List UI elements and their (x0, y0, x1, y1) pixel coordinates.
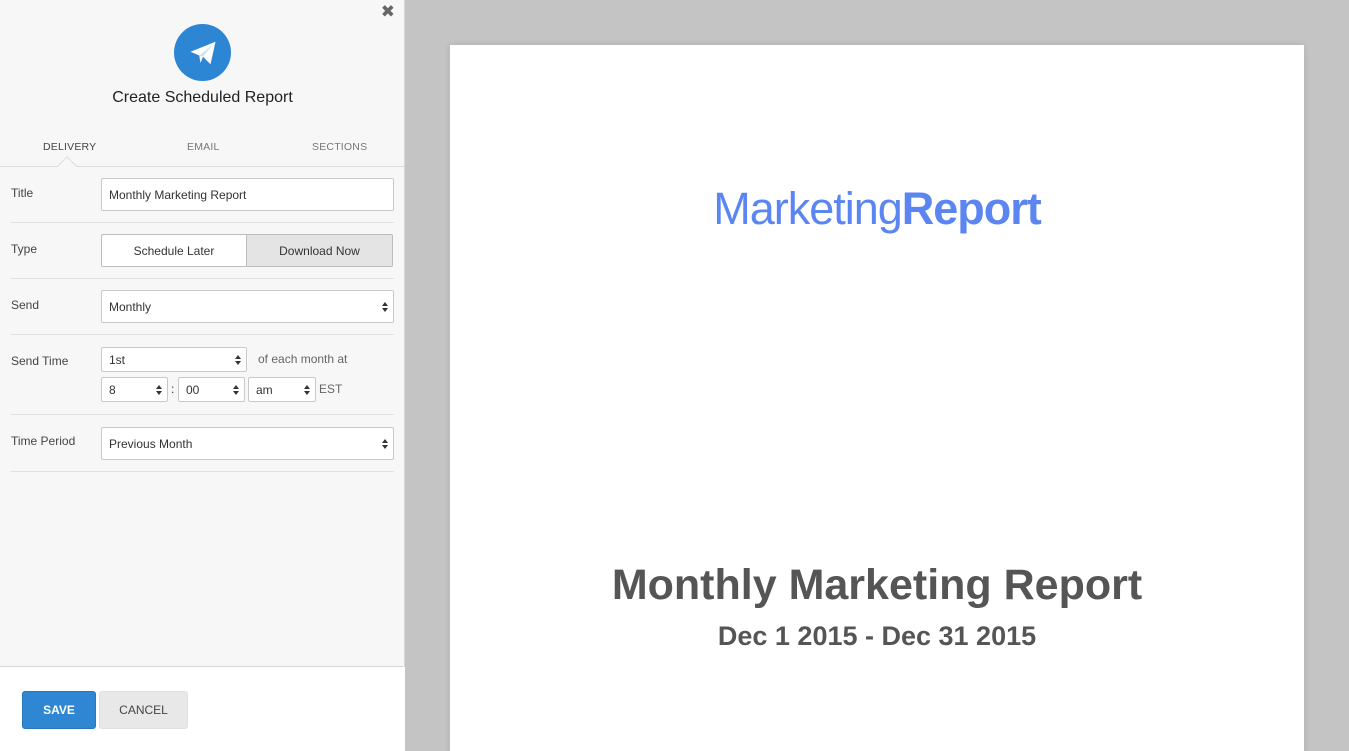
title-input-value: Monthly Marketing Report (109, 187, 247, 202)
scheduled-report-panel: ✖ Create Scheduled Report DELIVERY EMAIL… (0, 0, 405, 751)
select-arrows-icon (304, 384, 310, 395)
timezone-text: EST (319, 382, 343, 396)
report-preview-page: MarketingReport Monthly Marketing Report… (450, 45, 1304, 751)
brand-logo-bold: Report (901, 183, 1042, 234)
close-icon[interactable]: ✖ (381, 3, 395, 21)
brand-logo-light: Marketing (713, 183, 903, 234)
tab-sections[interactable]: SECTIONS (312, 141, 367, 153)
title-input[interactable]: Monthly Marketing Report (101, 178, 394, 211)
paper-plane-icon (174, 24, 231, 81)
panel-footer: SAVE CANCEL (0, 666, 405, 751)
time-separator: : (171, 382, 175, 396)
ampm-select[interactable]: am (248, 377, 316, 402)
send-time-row: Send Time 1st of each month at 8 : 00 am… (11, 335, 394, 415)
report-title: Monthly Marketing Report (611, 561, 1143, 609)
select-arrows-icon (235, 354, 241, 365)
panel-title: Create Scheduled Report (112, 89, 293, 106)
day-select[interactable]: 1st (101, 347, 247, 372)
select-arrows-icon (382, 301, 388, 312)
ampm-select-value: am (256, 382, 273, 397)
tab-email[interactable]: EMAIL (187, 141, 220, 153)
time-period-select-value: Previous Month (109, 436, 193, 451)
save-button[interactable]: SAVE (22, 691, 96, 729)
select-arrows-icon (382, 438, 388, 449)
tab-delivery[interactable]: DELIVERY (43, 141, 96, 153)
minute-select-value: 00 (186, 382, 200, 397)
schedule-later-button[interactable]: Schedule Later (101, 234, 247, 267)
brand-logo: MarketingReport (450, 183, 1304, 235)
send-time-label: Send Time (11, 354, 69, 368)
time-period-row: Time Period Previous Month (11, 415, 394, 472)
type-row: Type Schedule Later Download Now (11, 223, 394, 279)
select-arrows-icon (156, 384, 162, 395)
send-select-value: Monthly (109, 299, 152, 314)
select-arrows-icon (233, 384, 239, 395)
hour-select[interactable]: 8 (101, 377, 168, 402)
hour-select-value: 8 (109, 382, 116, 397)
send-row: Send Monthly (11, 279, 394, 335)
day-select-value: 1st (109, 352, 126, 367)
send-select[interactable]: Monthly (101, 290, 394, 323)
type-label: Type (11, 242, 38, 256)
time-period-label: Time Period (11, 434, 76, 448)
time-period-select[interactable]: Previous Month (101, 427, 394, 460)
report-date-range: Dec 1 2015 - Dec 31 2015 (717, 621, 1037, 651)
day-suffix-text: of each month at (258, 352, 348, 366)
cancel-button[interactable]: CANCEL (99, 691, 188, 729)
send-label: Send (11, 298, 40, 312)
title-row: Title Monthly Marketing Report (11, 167, 394, 223)
title-label: Title (11, 186, 34, 200)
download-now-button[interactable]: Download Now (247, 234, 393, 267)
tab-bar: DELIVERY EMAIL SECTIONS (0, 130, 405, 176)
minute-select[interactable]: 00 (178, 377, 245, 402)
